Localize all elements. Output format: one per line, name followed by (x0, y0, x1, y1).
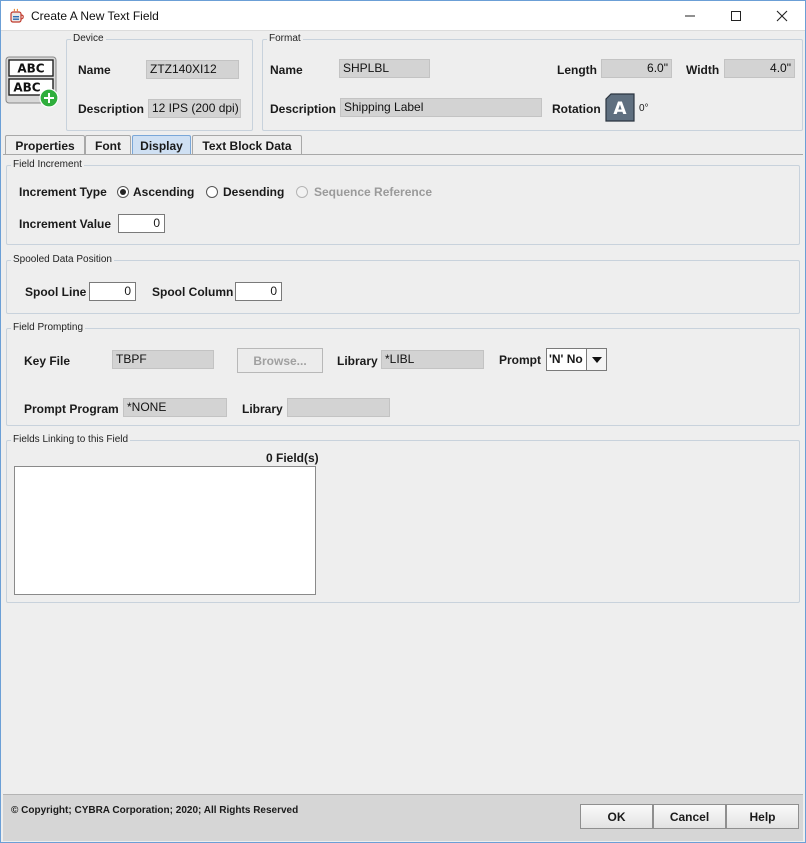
device-description-field: 12 IPS (200 dpi) (148, 99, 241, 118)
spool-line-input[interactable]: 0 (89, 282, 136, 301)
footer-bar: © Copyright; CYBRA Corporation; 2020; Al… (3, 794, 803, 841)
prompt-select[interactable]: 'N' No (546, 348, 607, 371)
prompt-program-field: *NONE (123, 398, 227, 417)
device-icon-text-top: ABC (17, 62, 44, 76)
ok-button[interactable]: OK (580, 804, 653, 829)
device-name-field: ZTZ140XI12 (146, 60, 239, 79)
format-group-title: Format (267, 33, 303, 44)
length-field: 6.0" (601, 59, 672, 78)
linked-field-count: 0 Field(s) (266, 451, 319, 465)
field-increment-title: Field Increment (11, 159, 84, 170)
width-label: Width (686, 63, 720, 77)
device-group-title: Device (71, 33, 106, 44)
close-icon (776, 10, 788, 22)
ascending-label[interactable]: Ascending (133, 185, 194, 199)
rotation-glyph: A (613, 99, 627, 119)
key-library-label: Library (337, 354, 378, 368)
spool-column-input[interactable]: 0 (235, 282, 282, 301)
chevron-down-icon[interactable] (586, 349, 606, 370)
desending-radio[interactable] (206, 186, 218, 198)
device-icon-text-bottom: ABC (13, 81, 40, 95)
field-prompting-group: Field Prompting Key File TBPF Browse... … (6, 322, 800, 426)
ascending-radio[interactable] (117, 186, 129, 198)
device-name-label: Name (78, 63, 111, 77)
field-increment-group: Field Increment Increment Type Ascending… (6, 159, 800, 245)
prompt-program-label: Prompt Program (24, 402, 119, 416)
program-library-label: Library (242, 402, 283, 416)
format-name-field: SHPLBL (339, 59, 430, 78)
spool-line-label: Spool Line (25, 285, 87, 299)
spooled-data-group: Spooled Data Position Spool Line 0 Spool… (6, 254, 800, 314)
key-file-field: TBPF (112, 350, 214, 369)
field-prompting-title: Field Prompting (11, 322, 86, 333)
format-description-label: Description (270, 102, 337, 116)
rotation-icon[interactable]: A (604, 92, 636, 123)
copyright-text: © Copyright; CYBRA Corporation; 2020; Al… (11, 805, 299, 816)
spooled-data-title: Spooled Data Position (11, 254, 114, 265)
tab-properties[interactable]: Properties (5, 135, 85, 155)
close-button[interactable] (759, 1, 805, 31)
tab-font[interactable]: Font (85, 135, 131, 155)
spool-column-label: Spool Column (152, 285, 234, 299)
java-cup-icon (9, 8, 25, 24)
fields-linking-title: Fields Linking to this Field (11, 434, 131, 445)
window-title: Create A New Text Field (31, 9, 159, 23)
linked-fields-list[interactable] (14, 466, 316, 595)
prompt-select-value: 'N' No (549, 352, 583, 366)
tab-text-block-data[interactable]: Text Block Data (192, 135, 302, 155)
format-name-label: Name (270, 63, 303, 77)
tab-display[interactable]: Display (132, 135, 191, 155)
text-field-add-icon: ABC ABC (5, 56, 59, 108)
prompt-label: Prompt (499, 353, 541, 367)
length-label: Length (557, 63, 597, 77)
sequence-reference-label: Sequence Reference (314, 185, 433, 199)
width-field: 4.0" (724, 59, 795, 78)
minimize-icon (685, 15, 695, 17)
help-button[interactable]: Help (726, 804, 799, 829)
maximize-button[interactable] (713, 1, 759, 31)
device-group: Device Name ZTZ140XI12 Description 12 IP… (66, 33, 253, 131)
dialog-window: Create A New Text Field ABC ABC Device N… (0, 0, 806, 843)
desending-label[interactable]: Desending (223, 185, 284, 199)
key-file-label: Key File (24, 354, 71, 368)
format-group: Format Name SHPLBL Length 6.0" Width 4.0… (262, 33, 803, 131)
cancel-button[interactable]: Cancel (653, 804, 726, 829)
device-description-label: Description (78, 102, 145, 116)
program-library-field (287, 398, 390, 417)
increment-value-label: Increment Value (19, 217, 112, 231)
rotation-value: 0° (639, 103, 649, 114)
title-bar[interactable]: Create A New Text Field (1, 1, 805, 31)
maximize-icon (731, 11, 741, 21)
format-description-field: Shipping Label (340, 98, 542, 117)
browse-button: Browse... (237, 348, 323, 373)
key-library-field: *LIBL (381, 350, 484, 369)
sequence-reference-radio (296, 186, 308, 198)
minimize-button[interactable] (667, 1, 713, 31)
increment-type-label: Increment Type (19, 185, 107, 199)
fields-linking-group: Fields Linking to this Field 0 Field(s) (6, 434, 800, 603)
increment-value-input[interactable]: 0 (118, 214, 165, 233)
rotation-label: Rotation (552, 102, 601, 116)
